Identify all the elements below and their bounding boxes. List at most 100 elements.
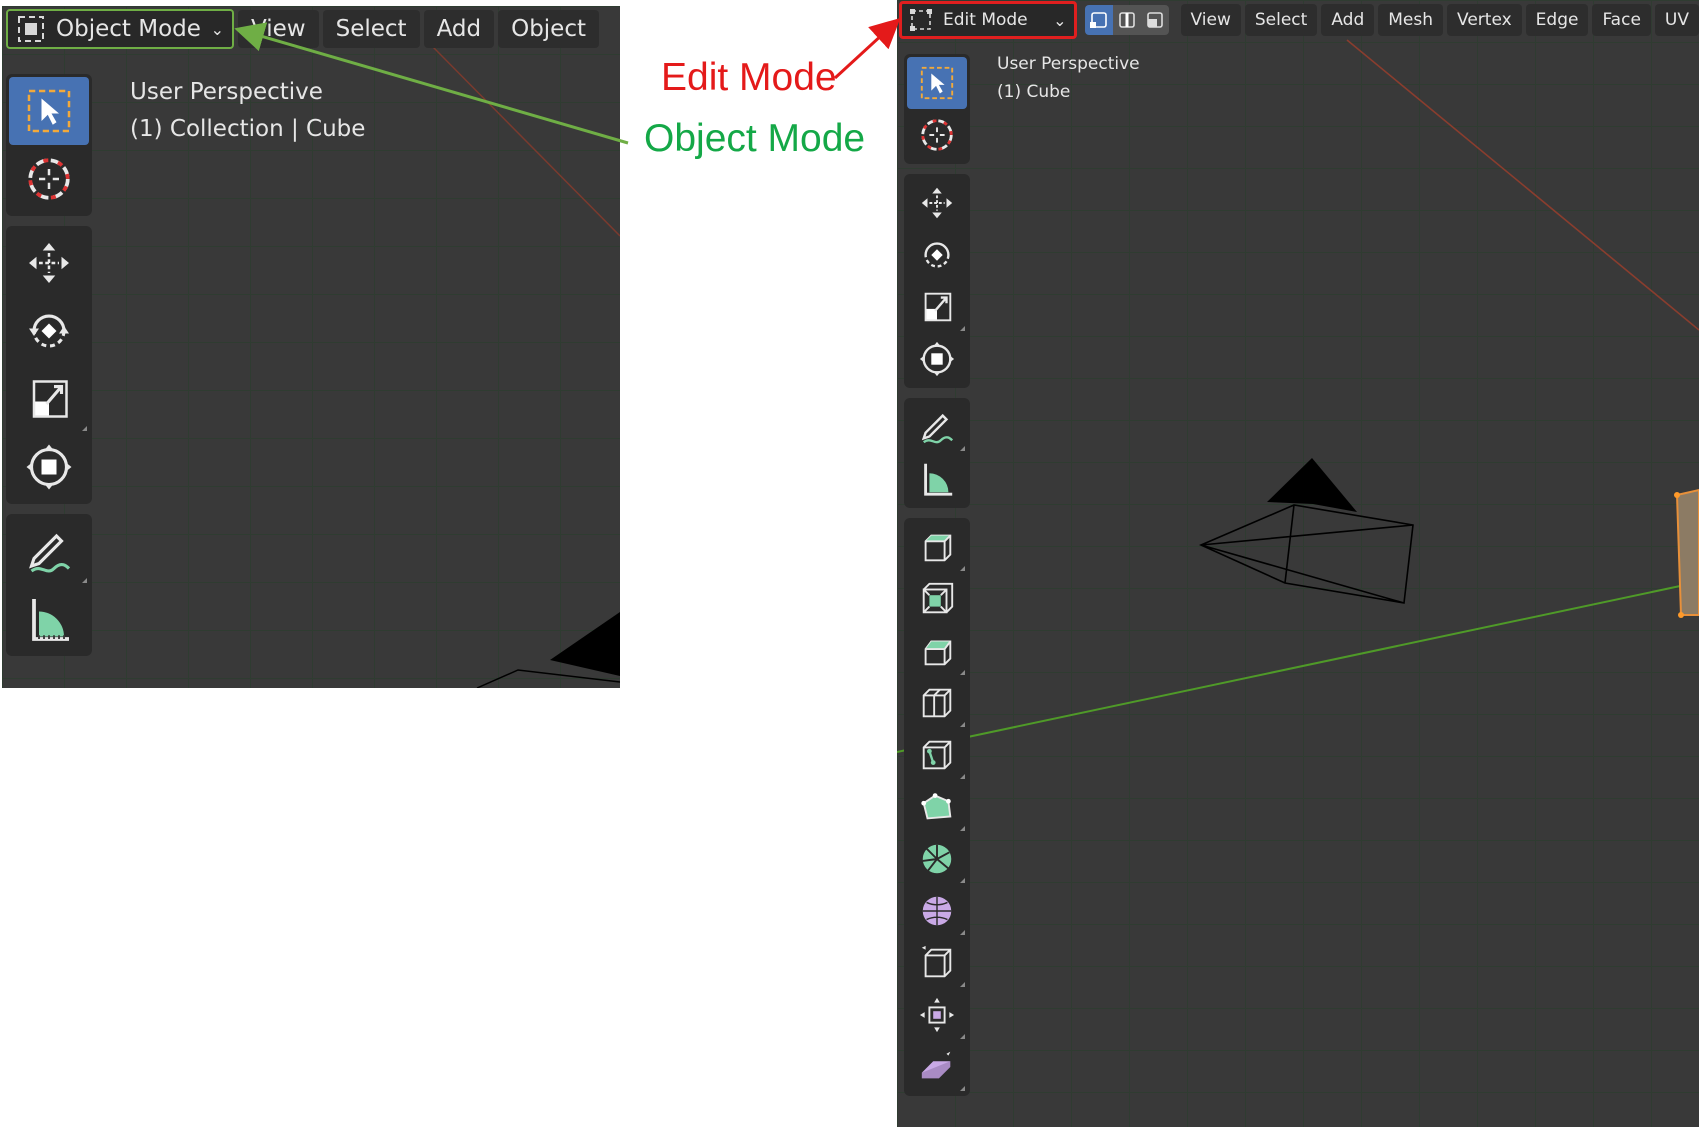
camera-up-triangle [550, 612, 620, 676]
annotate-tool[interactable] [907, 401, 967, 453]
rotate-icon [29, 314, 69, 348]
shear-icon [921, 1051, 951, 1079]
scale-icon [32, 380, 68, 418]
edit-mode-viewport[interactable]: Edit Mode ⌄ View Select Add Mesh Vertex … [897, 0, 1699, 1127]
viewport-header: Edit Mode ⌄ View Select Add Mesh Vertex … [897, 0, 1699, 40]
camera-frame [476, 669, 620, 688]
edge-select-button[interactable] [1112, 5, 1141, 35]
y-axis-line [897, 581, 1699, 753]
viewport-scene [897, 39, 1699, 753]
active-object-text: (1) Cube [997, 82, 1071, 102]
object-mode-dropdown[interactable]: Object Mode ⌄ [6, 9, 234, 49]
edit-mode-dropdown[interactable]: Edit Mode ⌄ [899, 1, 1077, 39]
bevel-tool[interactable] [907, 625, 967, 677]
tool-shelf [904, 54, 970, 1106]
scale-tool[interactable] [9, 365, 89, 433]
chevron-down-icon: ⌄ [1053, 10, 1067, 30]
rotate-icon [924, 242, 950, 268]
move-tool[interactable] [907, 177, 967, 229]
edge-slide-tool[interactable] [907, 937, 967, 989]
rotate-tool[interactable] [907, 229, 967, 281]
measure-tool[interactable] [907, 453, 967, 505]
annotate-icon [29, 533, 71, 573]
select-box-icon [27, 89, 71, 133]
edit-mode-icon [909, 8, 933, 32]
menu-select[interactable]: Select [322, 10, 420, 48]
face-select-icon [1146, 12, 1163, 28]
menu-add[interactable]: Add [1321, 4, 1375, 36]
mode-label: Edit Mode [943, 10, 1028, 30]
camera-up-triangle [1267, 458, 1357, 512]
menu-uv[interactable]: UV [1654, 4, 1699, 36]
cursor-tool[interactable] [907, 109, 967, 161]
cursor-icon [921, 119, 953, 151]
menu-object[interactable]: Object [498, 10, 600, 48]
edge-slide-icon [921, 945, 952, 978]
select-mode-group [1084, 5, 1169, 35]
shrink-fatten-icon [919, 997, 955, 1033]
annotate-icon [921, 413, 954, 444]
scale-icon [924, 292, 952, 322]
transform-icon [919, 341, 955, 377]
menu-vertex[interactable]: Vertex [1447, 4, 1522, 36]
menu-select[interactable]: Select [1244, 4, 1318, 36]
object-mode-callout: Object Mode [644, 117, 866, 160]
transform-tool[interactable] [9, 433, 89, 501]
inset-faces-tool[interactable] [907, 573, 967, 625]
shrink-fatten-tool[interactable] [907, 989, 967, 1041]
menu-mesh[interactable]: Mesh [1378, 4, 1444, 36]
loop-cut-icon [922, 688, 952, 718]
object-mode-icon [16, 14, 46, 44]
face-select-button[interactable] [1140, 5, 1169, 35]
spin-icon [922, 844, 952, 874]
select-box-icon [920, 66, 954, 100]
menu-face[interactable]: Face [1592, 4, 1651, 36]
menu-edge[interactable]: Edge [1525, 4, 1589, 36]
bevel-icon [924, 640, 952, 666]
knife-tool[interactable] [907, 729, 967, 781]
x-axis-line [1346, 39, 1699, 331]
edit-mode-arrow [833, 17, 901, 80]
knife-icon [922, 740, 952, 770]
cursor-tool[interactable] [9, 145, 89, 213]
measure-icon [32, 599, 69, 641]
annotate-tool[interactable] [9, 517, 89, 585]
edit-mode-callout: Edit Mode [661, 56, 837, 99]
cube-edge [1675, 488, 1699, 616]
menu-view[interactable]: View [1180, 4, 1241, 36]
chevron-down-icon: ⌄ [210, 19, 224, 39]
select-box-tool[interactable] [9, 77, 89, 145]
cursor-icon [28, 158, 70, 200]
shear-tool[interactable] [907, 1041, 967, 1093]
transform-tool[interactable] [907, 333, 967, 385]
object-mode-viewport[interactable]: Object Mode ⌄ View Select Add Object Use… [2, 6, 620, 688]
measure-tool[interactable] [9, 585, 89, 653]
poly-build-icon [921, 793, 952, 820]
select-box-tool[interactable] [907, 57, 967, 109]
loop-cut-tool[interactable] [907, 677, 967, 729]
poly-build-tool[interactable] [907, 781, 967, 833]
inset-faces-icon [922, 582, 954, 614]
spin-tool[interactable] [907, 833, 967, 885]
scale-tool[interactable] [907, 281, 967, 333]
vertex-select-button[interactable] [1084, 5, 1113, 35]
mode-label: Object Mode [56, 16, 201, 42]
smooth-tool[interactable] [907, 885, 967, 937]
extrude-region-tool[interactable] [907, 521, 967, 573]
vertex-select-icon [1089, 12, 1107, 28]
view-type-text: User Perspective [997, 54, 1140, 74]
transform-icon [26, 444, 72, 490]
viewport-info: User Perspective (1) Collection | Cube [130, 74, 365, 148]
menu-view[interactable]: View [238, 10, 319, 48]
move-icon [29, 243, 69, 283]
move-tool[interactable] [9, 229, 89, 297]
menu-add[interactable]: Add [423, 10, 495, 48]
x-axis-line [431, 45, 620, 237]
edge-select-icon [1118, 12, 1135, 28]
viewport-info: User Perspective (1) Cube [997, 50, 1140, 106]
view-type-text: User Perspective [130, 79, 323, 105]
active-object-text: (1) Collection | Cube [130, 116, 366, 142]
measure-icon [924, 463, 953, 496]
rotate-tool[interactable] [9, 297, 89, 365]
extrude-region-icon [924, 534, 952, 562]
